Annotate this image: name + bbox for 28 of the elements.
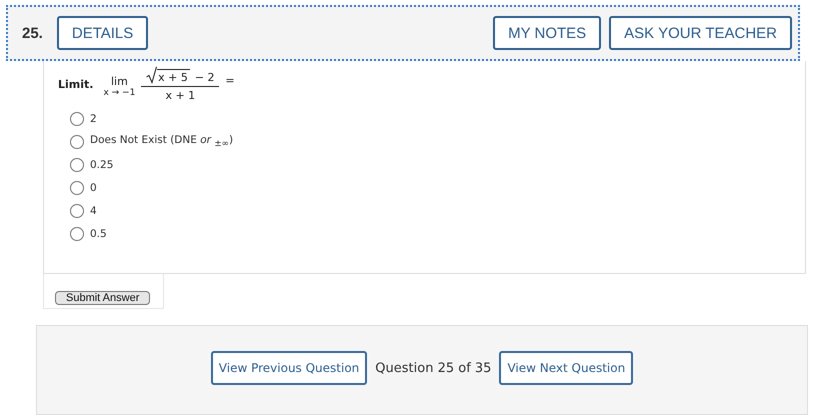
submit-answer-button[interactable]: Submit Answer — [55, 291, 150, 305]
option-label: 0.25 — [90, 159, 114, 171]
next-question-button[interactable]: View Next Question — [499, 351, 634, 385]
radio-button[interactable] — [70, 158, 84, 172]
option-label: 0 — [90, 182, 97, 194]
radio-button[interactable] — [70, 204, 84, 218]
my-notes-button[interactable]: MY NOTES — [493, 16, 602, 50]
option-label: 4 — [90, 205, 97, 217]
limit-operator: lim — [110, 74, 128, 88]
radio-button[interactable] — [70, 112, 84, 126]
question-position: Question 25 of 35 — [375, 360, 492, 376]
radicand: x + 5 — [157, 69, 190, 84]
denominator: x + 1 — [165, 89, 196, 102]
radio-button[interactable] — [70, 227, 84, 241]
question-number: 25. — [22, 24, 43, 42]
option-label: 0.5 — [90, 228, 107, 240]
limit-subscript: x → −1 — [103, 88, 136, 98]
details-button[interactable]: DETAILS — [56, 16, 148, 50]
problem-label: Limit. — [58, 78, 94, 90]
equals-sign: = — [225, 74, 235, 86]
radio-button[interactable] — [70, 135, 84, 149]
radical-sign-icon — [146, 66, 158, 84]
numerator-term: − 2 — [194, 71, 215, 84]
option-label: Does Not Exist (DNE or $_{±∞}$) — [90, 134, 234, 150]
previous-question-button[interactable]: View Previous Question — [210, 351, 368, 385]
radio-button[interactable] — [70, 181, 84, 195]
ask-teacher-button[interactable]: ASK YOUR TEACHER — [609, 16, 792, 50]
option-label: 2 — [90, 113, 97, 125]
